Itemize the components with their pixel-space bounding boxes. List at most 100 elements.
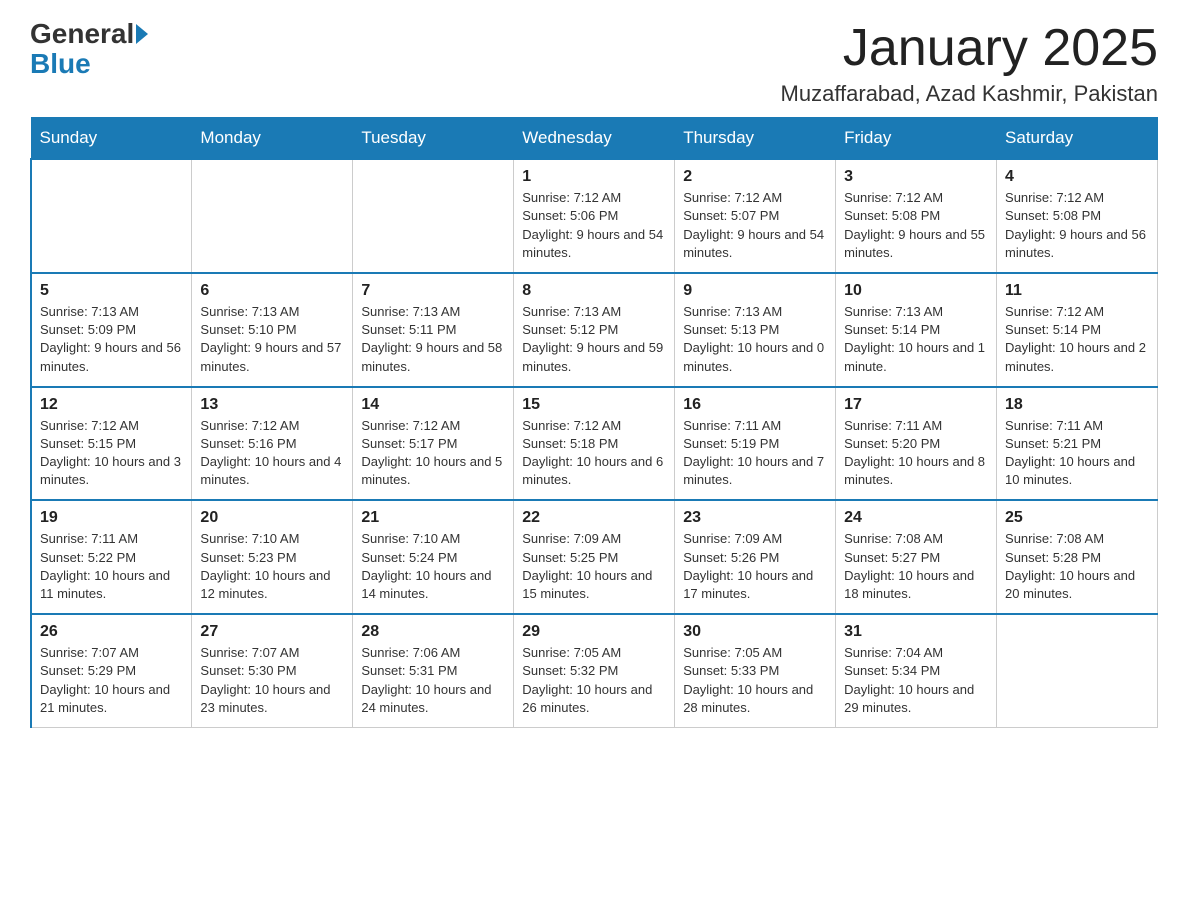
calendar-week-2: 5 Sunrise: 7:13 AM Sunset: 5:09 PM Daylig… xyxy=(31,273,1158,387)
calendar-cell: 7Sunrise: 7:13 AM Sunset: 5:11 PM Daylig… xyxy=(353,273,514,387)
calendar-cell xyxy=(31,159,192,273)
day-info: Sunrise: 7:11 AM Sunset: 5:21 PM Dayligh… xyxy=(1005,417,1149,490)
day-info: Sunrise: 7:05 AM Sunset: 5:33 PM Dayligh… xyxy=(683,644,827,717)
page-header: General Blue January 2025 Muzaffarabad, … xyxy=(30,20,1158,107)
day-info: Sunrise: 7:12 AM Sunset: 5:08 PM Dayligh… xyxy=(844,189,988,262)
day-info: Sunrise: 7:13 AM Sunset: 5:09 PM Dayligh… xyxy=(40,303,183,376)
day-info: Sunrise: 7:13 AM Sunset: 5:10 PM Dayligh… xyxy=(200,303,344,376)
calendar-cell: 18Sunrise: 7:11 AM Sunset: 5:21 PM Dayli… xyxy=(997,387,1158,501)
day-info: Sunrise: 7:13 AM Sunset: 5:12 PM Dayligh… xyxy=(522,303,666,376)
month-year-title: January 2025 xyxy=(781,20,1158,77)
day-info: Sunrise: 7:12 AM Sunset: 5:06 PM Dayligh… xyxy=(522,189,666,262)
header-cell-friday: Friday xyxy=(836,118,997,160)
day-number: 26 xyxy=(40,623,183,641)
day-number: 4 xyxy=(1005,168,1149,186)
header-cell-sunday: Sunday xyxy=(31,118,192,160)
calendar-week-5: 26Sunrise: 7:07 AM Sunset: 5:29 PM Dayli… xyxy=(31,614,1158,727)
calendar-cell: 15 Sunrise: 7:12 AM Sunset: 5:18 PM Dayli… xyxy=(514,387,675,501)
location-subtitle: Muzaffarabad, Azad Kashmir, Pakistan xyxy=(781,81,1158,107)
calendar-cell: 4 Sunrise: 7:12 AM Sunset: 5:08 PM Daylig… xyxy=(997,159,1158,273)
day-number: 17 xyxy=(844,396,988,414)
day-info: Sunrise: 7:10 AM Sunset: 5:24 PM Dayligh… xyxy=(361,530,505,603)
calendar-cell: 31 Sunrise: 7:04 AM Sunset: 5:34 PM Dayli… xyxy=(836,614,997,727)
calendar-header: SundayMondayTuesdayWednesdayThursdayFrid… xyxy=(31,118,1158,160)
day-number: 5 xyxy=(40,282,183,300)
calendar-cell: 25 Sunrise: 7:08 AM Sunset: 5:28 PM Dayli… xyxy=(997,500,1158,614)
calendar-cell: 14Sunrise: 7:12 AM Sunset: 5:17 PM Dayli… xyxy=(353,387,514,501)
calendar-cell: 9 Sunrise: 7:13 AM Sunset: 5:13 PM Daylig… xyxy=(675,273,836,387)
day-info: Sunrise: 7:11 AM Sunset: 5:20 PM Dayligh… xyxy=(844,417,988,490)
calendar-cell: 28 Sunrise: 7:06 AM Sunset: 5:31 PM Dayli… xyxy=(353,614,514,727)
calendar-cell: 24Sunrise: 7:08 AM Sunset: 5:27 PM Dayli… xyxy=(836,500,997,614)
day-number: 21 xyxy=(361,509,505,527)
calendar-cell: 21 Sunrise: 7:10 AM Sunset: 5:24 PM Dayli… xyxy=(353,500,514,614)
day-number: 20 xyxy=(200,509,344,527)
day-number: 2 xyxy=(683,168,827,186)
day-info: Sunrise: 7:10 AM Sunset: 5:23 PM Dayligh… xyxy=(200,530,344,603)
header-cell-thursday: Thursday xyxy=(675,118,836,160)
logo: General Blue xyxy=(30,20,150,80)
calendar-week-4: 19Sunrise: 7:11 AM Sunset: 5:22 PM Dayli… xyxy=(31,500,1158,614)
day-number: 23 xyxy=(683,509,827,527)
day-number: 7 xyxy=(361,282,505,300)
day-number: 9 xyxy=(683,282,827,300)
day-number: 28 xyxy=(361,623,505,641)
header-row: SundayMondayTuesdayWednesdayThursdayFrid… xyxy=(31,118,1158,160)
day-number: 31 xyxy=(844,623,988,641)
day-info: Sunrise: 7:05 AM Sunset: 5:32 PM Dayligh… xyxy=(522,644,666,717)
day-number: 27 xyxy=(200,623,344,641)
calendar-cell xyxy=(997,614,1158,727)
day-info: Sunrise: 7:09 AM Sunset: 5:26 PM Dayligh… xyxy=(683,530,827,603)
calendar-table: SundayMondayTuesdayWednesdayThursdayFrid… xyxy=(30,117,1158,728)
calendar-cell: 3 Sunrise: 7:12 AM Sunset: 5:08 PM Daylig… xyxy=(836,159,997,273)
day-info: Sunrise: 7:08 AM Sunset: 5:28 PM Dayligh… xyxy=(1005,530,1149,603)
day-info: Sunrise: 7:07 AM Sunset: 5:30 PM Dayligh… xyxy=(200,644,344,717)
day-info: Sunrise: 7:08 AM Sunset: 5:27 PM Dayligh… xyxy=(844,530,988,603)
logo-general-text: General xyxy=(30,20,134,48)
day-info: Sunrise: 7:12 AM Sunset: 5:18 PM Dayligh… xyxy=(522,417,666,490)
calendar-cell: 17 Sunrise: 7:11 AM Sunset: 5:20 PM Dayli… xyxy=(836,387,997,501)
header-cell-saturday: Saturday xyxy=(997,118,1158,160)
day-number: 16 xyxy=(683,396,827,414)
calendar-cell: 12Sunrise: 7:12 AM Sunset: 5:15 PM Dayli… xyxy=(31,387,192,501)
logo-blue-text: Blue xyxy=(30,48,91,80)
day-number: 30 xyxy=(683,623,827,641)
calendar-cell: 5 Sunrise: 7:13 AM Sunset: 5:09 PM Daylig… xyxy=(31,273,192,387)
calendar-cell: 11Sunrise: 7:12 AM Sunset: 5:14 PM Dayli… xyxy=(997,273,1158,387)
calendar-cell: 2 Sunrise: 7:12 AM Sunset: 5:07 PM Daylig… xyxy=(675,159,836,273)
day-number: 8 xyxy=(522,282,666,300)
calendar-week-1: 1 Sunrise: 7:12 AM Sunset: 5:06 PM Daylig… xyxy=(31,159,1158,273)
day-number: 22 xyxy=(522,509,666,527)
calendar-cell: 23 Sunrise: 7:09 AM Sunset: 5:26 PM Dayli… xyxy=(675,500,836,614)
day-number: 1 xyxy=(522,168,666,186)
day-info: Sunrise: 7:13 AM Sunset: 5:13 PM Dayligh… xyxy=(683,303,827,376)
day-number: 3 xyxy=(844,168,988,186)
calendar-body: 1 Sunrise: 7:12 AM Sunset: 5:06 PM Daylig… xyxy=(31,159,1158,727)
day-info: Sunrise: 7:06 AM Sunset: 5:31 PM Dayligh… xyxy=(361,644,505,717)
calendar-cell xyxy=(192,159,353,273)
day-number: 14 xyxy=(361,396,505,414)
calendar-cell: 19Sunrise: 7:11 AM Sunset: 5:22 PM Dayli… xyxy=(31,500,192,614)
logo-arrow-icon xyxy=(136,24,148,44)
header-cell-tuesday: Tuesday xyxy=(353,118,514,160)
day-number: 25 xyxy=(1005,509,1149,527)
calendar-cell xyxy=(353,159,514,273)
day-info: Sunrise: 7:13 AM Sunset: 5:14 PM Dayligh… xyxy=(844,303,988,376)
day-info: Sunrise: 7:04 AM Sunset: 5:34 PM Dayligh… xyxy=(844,644,988,717)
day-info: Sunrise: 7:12 AM Sunset: 5:08 PM Dayligh… xyxy=(1005,189,1149,262)
day-info: Sunrise: 7:09 AM Sunset: 5:25 PM Dayligh… xyxy=(522,530,666,603)
day-info: Sunrise: 7:12 AM Sunset: 5:15 PM Dayligh… xyxy=(40,417,183,490)
calendar-cell: 22 Sunrise: 7:09 AM Sunset: 5:25 PM Dayli… xyxy=(514,500,675,614)
calendar-cell: 8 Sunrise: 7:13 AM Sunset: 5:12 PM Daylig… xyxy=(514,273,675,387)
calendar-cell: 29Sunrise: 7:05 AM Sunset: 5:32 PM Dayli… xyxy=(514,614,675,727)
title-block: January 2025 Muzaffarabad, Azad Kashmir,… xyxy=(781,20,1158,107)
day-number: 6 xyxy=(200,282,344,300)
calendar-cell: 27 Sunrise: 7:07 AM Sunset: 5:30 PM Dayli… xyxy=(192,614,353,727)
day-info: Sunrise: 7:11 AM Sunset: 5:22 PM Dayligh… xyxy=(40,530,183,603)
header-cell-wednesday: Wednesday xyxy=(514,118,675,160)
day-number: 15 xyxy=(522,396,666,414)
header-cell-monday: Monday xyxy=(192,118,353,160)
calendar-cell: 26Sunrise: 7:07 AM Sunset: 5:29 PM Dayli… xyxy=(31,614,192,727)
day-info: Sunrise: 7:12 AM Sunset: 5:07 PM Dayligh… xyxy=(683,189,827,262)
calendar-cell: 1 Sunrise: 7:12 AM Sunset: 5:06 PM Daylig… xyxy=(514,159,675,273)
